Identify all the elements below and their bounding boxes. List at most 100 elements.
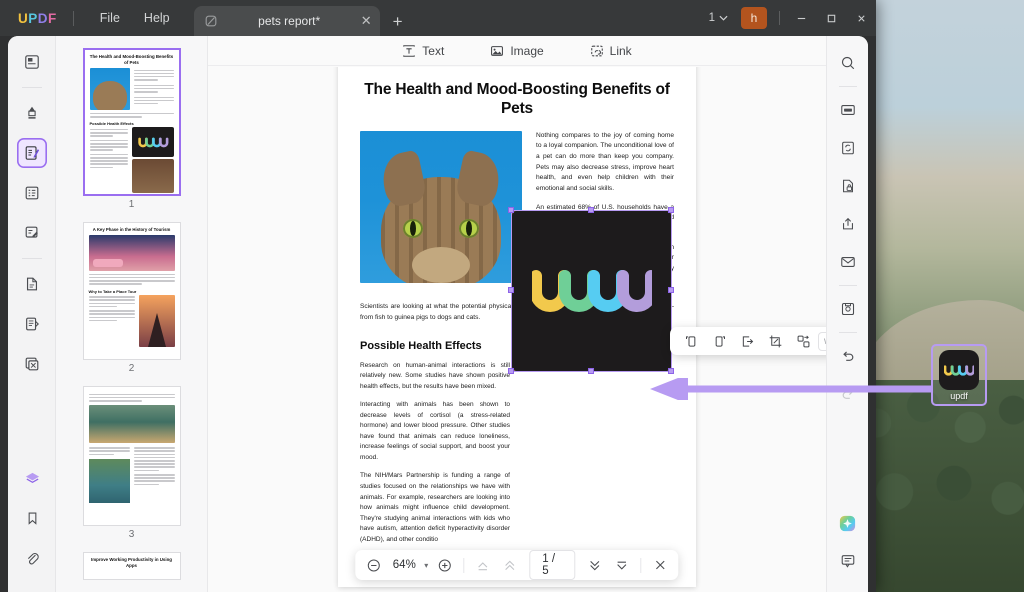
document-page: The Health and Mood-Boosting Benefits of… [338, 67, 696, 587]
menu-help[interactable]: Help [132, 6, 182, 30]
page-title: The Health and Mood-Boosting Benefits of… [364, 81, 670, 118]
minimize-icon [797, 17, 805, 19]
resize-handle-middle-left[interactable] [508, 287, 514, 293]
close-navigation-button[interactable] [650, 554, 672, 576]
edit-toolbar: Text Image Link [208, 36, 826, 66]
convert-icon [841, 141, 854, 155]
ocr-button[interactable] [834, 96, 862, 124]
chat-support-button[interactable] [834, 547, 862, 575]
cat-head-shape [378, 149, 504, 283]
sidebar-item-organize-tool[interactable] [17, 269, 47, 299]
zoom-in-button[interactable] [433, 554, 455, 576]
close-icon [857, 14, 865, 22]
sidebar-item-bookmarks[interactable] [17, 503, 47, 533]
resize-handle-bottom-right[interactable] [668, 368, 674, 374]
tab-pets-report[interactable]: pets report* ✕ [193, 6, 380, 36]
rotate-left-button[interactable] [678, 330, 704, 352]
first-page-button[interactable] [472, 554, 494, 576]
document-viewer: Text Image Link The Health and Mood-Boos… [208, 36, 826, 592]
close-button[interactable] [846, 0, 876, 36]
last-page-button[interactable] [611, 554, 633, 576]
thumb-2-title: A Key Phase in the History of Tourism [92, 227, 171, 232]
minimize-button[interactable] [786, 0, 816, 36]
search-button[interactable] [834, 49, 862, 77]
add-link-label: Link [609, 43, 632, 58]
share-button[interactable] [834, 210, 862, 238]
tab-close-button[interactable]: ✕ [361, 13, 372, 29]
section-paragraph-3: The NIH/Mars Partnership is funding a ra… [360, 472, 510, 543]
zoom-out-icon [367, 559, 380, 571]
sidebar-item-highlight-tool[interactable] [17, 98, 47, 128]
updf-desktop-icon[interactable]: updf [931, 344, 987, 406]
updf-app-icon [939, 350, 979, 390]
sidebar-item-attachments[interactable] [17, 543, 47, 573]
extract-icon [742, 335, 753, 347]
add-text-button[interactable]: Text [396, 41, 450, 61]
thumb-2-text-col [88, 295, 135, 347]
replace-image-button[interactable] [790, 330, 816, 352]
sidebar-item-comment-tool[interactable] [17, 218, 47, 248]
sidebar-item-edit-tool[interactable] [16, 138, 47, 168]
redact-icon [25, 357, 38, 371]
desktop-icon-label: updf [950, 391, 968, 401]
thumb-1-wide-lines [85, 112, 179, 118]
page-number-input[interactable]: 1 / 5 [529, 550, 576, 580]
image-width-field[interactable]: w 161.33 [818, 331, 826, 351]
thumb-3-lake-photo [88, 404, 175, 443]
thumbnail-page-1[interactable]: The Health and Mood-Boosting Benefits of… [82, 48, 181, 196]
cat-ear-left [378, 149, 428, 209]
sidebar-item-form-tool[interactable] [17, 178, 47, 208]
zoom-dropdown-button[interactable]: ▾ [424, 561, 428, 570]
thumbnail-page-4[interactable]: Improve Working Productivity in Using Ap… [82, 552, 181, 580]
convert-button[interactable] [834, 134, 862, 162]
add-image-button[interactable]: Image [484, 41, 549, 61]
resize-handle-middle-right[interactable] [668, 287, 674, 293]
layers-icon [25, 472, 39, 483]
protect-button[interactable] [834, 172, 862, 200]
thumb-1-lower-text [89, 127, 128, 193]
document-icon [205, 15, 217, 27]
zoom-out-button[interactable] [362, 554, 384, 576]
selected-image-object[interactable] [508, 207, 674, 374]
thumb-4-title: Improve Working Productivity in Using Ap… [91, 557, 172, 568]
thumbnail-pane[interactable]: The Health and Mood-Boosting Benefits of… [56, 36, 208, 592]
add-link-button[interactable]: Link [584, 41, 638, 61]
thumbnail-page-2[interactable]: A Key Phase in the History of Tourism Wh… [82, 222, 181, 360]
next-page-button[interactable] [584, 554, 606, 576]
previous-page-button[interactable] [499, 554, 521, 576]
sidebar-item-compress-tool[interactable] [17, 309, 47, 339]
new-tab-button[interactable]: + [393, 12, 403, 36]
next-page-icon [590, 560, 600, 570]
open-files-dropdown[interactable]: 1 [702, 9, 735, 27]
resize-handle-bottom-left[interactable] [508, 368, 514, 374]
resize-handle-top-left[interactable] [508, 207, 514, 213]
account-avatar[interactable]: h [741, 7, 767, 29]
chevron-down-icon [719, 15, 728, 21]
window-controls-group: 1 h [702, 0, 876, 36]
crop-image-button[interactable] [762, 330, 788, 352]
zoom-level-value[interactable]: 64% [389, 559, 419, 571]
rotate-right-button[interactable] [706, 330, 732, 352]
thumbnail-page-3[interactable] [82, 386, 181, 526]
thumb-2-eiffel-photo [138, 294, 175, 347]
paragraph-1: Nothing compares to the joy of coming ho… [536, 131, 674, 193]
tab-title: pets report* [258, 14, 321, 28]
undo-button[interactable] [834, 342, 862, 370]
marker-icon [27, 106, 36, 119]
menu-file[interactable]: File [88, 6, 132, 30]
ai-assistant-button[interactable] [834, 509, 862, 537]
sidebar-item-layers[interactable] [17, 463, 47, 493]
app-logo: U P D F [18, 11, 57, 26]
updf-wave-glyph [944, 364, 974, 376]
sidebar-item-page-tool[interactable] [17, 47, 47, 77]
save-button[interactable] [834, 295, 862, 323]
resize-handle-bottom-center[interactable] [588, 368, 594, 374]
sidebar-item-protect-tool[interactable] [17, 349, 47, 379]
drag-arrow [650, 378, 932, 400]
resize-handle-top-center[interactable] [588, 207, 594, 213]
resize-handle-top-right[interactable] [668, 207, 674, 213]
email-button[interactable] [834, 248, 862, 276]
extract-image-button[interactable] [734, 330, 760, 352]
edit-pdf-icon [25, 146, 39, 160]
maximize-button[interactable] [816, 0, 846, 36]
